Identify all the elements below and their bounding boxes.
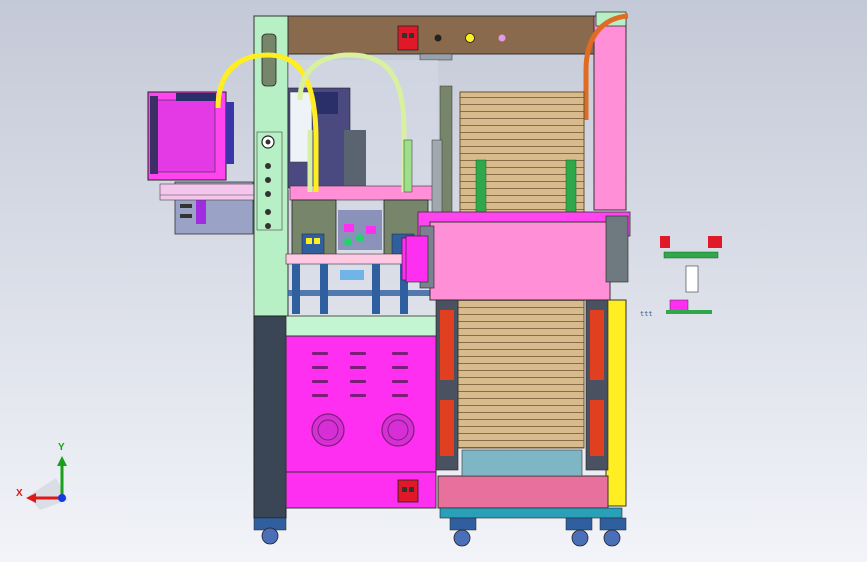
lift-carriage <box>405 211 631 301</box>
triad-x-label: X <box>16 488 23 499</box>
cad-model-canvas[interactable]: ttt <box>0 0 867 562</box>
svg-text:ttt: ttt <box>640 310 653 318</box>
lower-cabinet <box>285 335 437 509</box>
triad-y-label: Y <box>58 442 65 453</box>
cad-viewport[interactable]: ttt Y X <box>0 0 867 562</box>
